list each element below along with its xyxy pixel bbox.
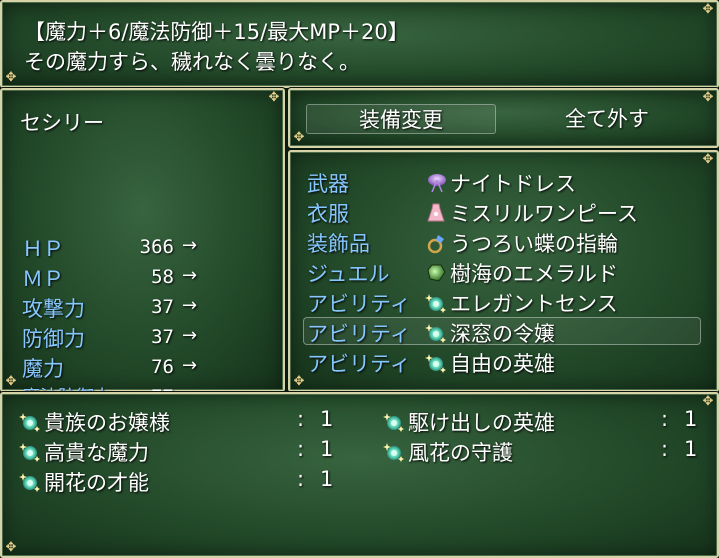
slot-type[interactable]: 装飾品 (307, 228, 370, 258)
skill-name-text: 開花の才能 (44, 471, 149, 495)
flower-sparkle-icon (19, 473, 40, 492)
equipped-item[interactable]: うつろい蝶の指輪 (424, 228, 618, 258)
equipped-item[interactable]: ナイトドレス (424, 168, 576, 198)
slot-type[interactable]: 武器 (307, 168, 349, 198)
stat-arrow: → (182, 265, 198, 286)
corner-ornament-icon: ✥ (702, 90, 714, 105)
stat-label: ＨＰ (22, 237, 64, 261)
help-line-2: その魔力すら、穢れなく曇りなく。 (24, 50, 360, 74)
stat-label: 攻撃力 (22, 297, 85, 321)
slot-type[interactable]: ジュエル (307, 258, 390, 288)
corner-ornament-icon: ✥ (268, 90, 280, 105)
equipped-item-name: 樹海のエメラルド (450, 262, 618, 286)
flower-sparkle-icon (19, 443, 40, 462)
help-line-1: 【魔力＋6/魔法防御＋15/最大MP＋20】 (24, 20, 409, 44)
equipped-item-name: ミスリルワンピース (450, 202, 638, 226)
actor-name: セシリー (20, 111, 104, 135)
skill-separator: : (297, 407, 305, 431)
onepiece-icon (427, 203, 445, 222)
stat-label: ＭＰ (22, 267, 64, 291)
equipped-item[interactable]: エレガントセンス (424, 288, 618, 318)
skill-separator: : (661, 437, 669, 461)
skill-level: 1 (684, 407, 698, 431)
skill-level: 1 (684, 437, 698, 461)
stat-value: 37 (151, 326, 174, 348)
emerald-icon (427, 264, 446, 282)
skill-separator: : (297, 467, 305, 491)
command-window: 装備変更 全て外す ✥ ✥ (288, 88, 719, 148)
slot-type[interactable]: アビリティ (307, 288, 411, 318)
equipped-item[interactable]: 自由の英雄 (424, 348, 555, 378)
equipped-item[interactable]: 樹海のエメラルド (424, 258, 618, 288)
corner-ornament-icon: ✥ (293, 130, 305, 145)
remove-all-command[interactable]: 全て外す (512, 104, 702, 134)
slot-type[interactable]: 衣服 (307, 198, 349, 228)
stat-arrow: → (182, 295, 198, 316)
stat-label: 防御力 (22, 327, 85, 351)
skill-name-text: 高貴な魔力 (44, 441, 149, 465)
flower-sparkle-icon (425, 354, 446, 373)
stat-value: 366 (139, 236, 174, 258)
equipped-item[interactable]: ミスリルワンピース (424, 198, 638, 228)
equipped-item[interactable]: 深窓の令嬢 (424, 318, 555, 348)
stat-value: 76 (151, 356, 174, 378)
help-window: 【魔力＋6/魔法防御＋15/最大MP＋20】 その魔力すら、穢れなく曇りなく。 … (0, 0, 719, 88)
stat-arrow: → (182, 355, 198, 376)
slot-type[interactable]: アビリティ (307, 318, 411, 348)
skill-name-text: 貴族のお嬢様 (44, 411, 170, 435)
skill-separator: : (661, 407, 669, 431)
flower-sparkle-icon (425, 324, 446, 343)
stat-arrow: → (182, 325, 198, 346)
skill-level: 1 (320, 467, 334, 491)
ring-icon (427, 235, 444, 254)
corner-ornament-icon: ✥ (702, 394, 714, 409)
equipped-item-name: エレガントセンス (450, 292, 618, 316)
stat-value: 37 (151, 296, 174, 318)
corner-ornament-icon: ✥ (702, 2, 714, 17)
corner-ornament-icon: ✥ (5, 374, 17, 389)
corner-ornament-icon: ✥ (293, 374, 305, 389)
slot-type[interactable]: アビリティ (307, 348, 411, 378)
corner-ornament-icon: ✥ (5, 540, 17, 555)
skill-name: 高貴な魔力 (18, 437, 149, 467)
equipped-item-name: 自由の英雄 (450, 352, 555, 376)
status-window: セシリー ＨＰ366→ＭＰ58→攻撃力37→防御力37→魔力76→魔法防御力77… (0, 88, 285, 471)
flower-sparkle-icon (19, 413, 40, 432)
corner-ornament-icon: ✥ (5, 70, 17, 85)
skill-name-text: 風花の守護 (408, 441, 513, 465)
skill-name: 風花の守護 (382, 437, 513, 467)
dress-icon (428, 174, 446, 193)
equipped-item-name: 深窓の令嬢 (450, 322, 555, 346)
equipped-item-name: ナイトドレス (450, 172, 576, 196)
stat-label: 魔力 (22, 357, 64, 381)
equip-change-command[interactable]: 装備変更 (306, 104, 496, 134)
flower-sparkle-icon (383, 413, 404, 432)
skill-level: 1 (320, 407, 334, 431)
stat-arrow: → (182, 235, 198, 256)
corner-ornament-icon: ✥ (702, 152, 714, 167)
flower-sparkle-icon (425, 294, 446, 313)
flower-sparkle-icon (383, 443, 404, 462)
stat-value: 58 (151, 266, 174, 288)
skill-level: 1 (320, 437, 334, 461)
equipped-item-name: うつろい蝶の指輪 (450, 232, 618, 256)
skill-name-text: 駆け出しの英雄 (408, 411, 555, 435)
skill-name: 開花の才能 (18, 467, 149, 497)
skill-name: 貴族のお嬢様 (18, 407, 170, 437)
skill-name: 駆け出しの英雄 (382, 407, 555, 437)
skill-separator: : (297, 437, 305, 461)
